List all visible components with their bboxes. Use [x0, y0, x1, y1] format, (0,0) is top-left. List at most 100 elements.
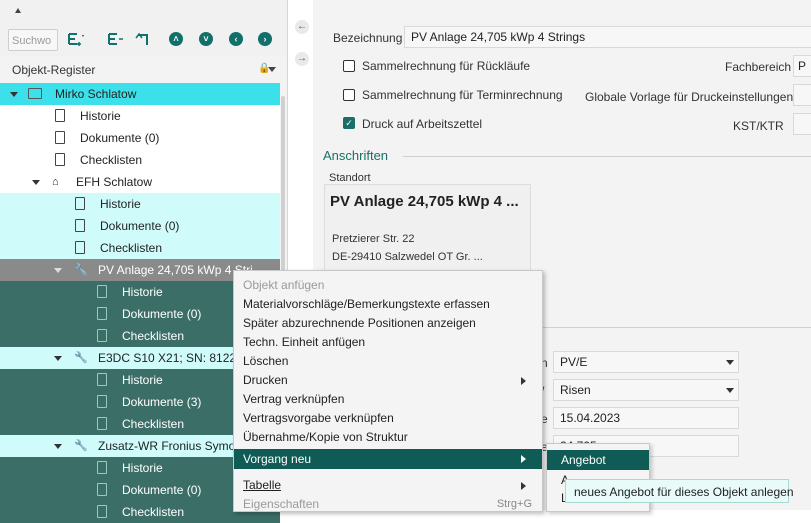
druck-arbeitszettel-checkbox[interactable]: ✓ — [343, 117, 355, 129]
document-icon — [97, 329, 107, 342]
tree-node-label: Dokumente (0) — [122, 483, 202, 497]
add-dropdown-icon[interactable] — [66, 30, 86, 50]
document-icon — [97, 461, 107, 474]
wrench-icon: 🔧 — [74, 352, 88, 364]
document-icon — [97, 483, 107, 496]
wrench-icon: 🔧 — [74, 264, 88, 276]
field2-select[interactable]: Risen — [553, 379, 739, 401]
tree-node-label: Checklisten — [122, 329, 185, 343]
tree-node-label: Zusatz-WR Fronius Symo — [98, 439, 236, 453]
document-icon — [97, 285, 107, 298]
document-icon — [97, 373, 107, 386]
tree-node[interactable]: Checklisten — [0, 237, 280, 259]
section-divider — [403, 156, 811, 157]
kst-ktr-field[interactable] — [793, 113, 811, 135]
shortcut-label: Strg+G — [496, 498, 532, 510]
tree-node-label: Checklisten — [122, 417, 185, 431]
document-icon — [75, 197, 85, 210]
tree-node[interactable]: Checklisten — [0, 149, 280, 171]
chevron-down-icon[interactable] — [726, 360, 734, 365]
document-icon — [97, 395, 107, 408]
tree-node-label: Dokumente (0) — [100, 219, 180, 233]
menu-item-objekt-anfuegen[interactable]: Objekt anfügen — [234, 276, 542, 295]
expand-icon[interactable] — [10, 92, 18, 97]
standort-label: Standort — [329, 172, 371, 184]
standort-city: DE-29410 Salzwedel OT Gr. ... — [332, 251, 483, 263]
standort-name: PV Anlage 24,705 kWp 4 ... — [330, 193, 519, 210]
chevron-up-icon[interactable]: ˄ — [169, 32, 183, 46]
arrow-left-icon[interactable]: ← — [295, 20, 309, 34]
bezeichnung-field[interactable]: PV Anlage 24,705 kWp 4 Strings — [404, 26, 811, 48]
register-dropdown-icon[interactable] — [268, 67, 276, 72]
document-icon — [97, 417, 107, 430]
register-header: Objekt-Register 🔒 — [0, 58, 287, 80]
expand-icon[interactable] — [54, 444, 62, 449]
chevron-right-icon[interactable]: › — [258, 32, 272, 46]
fachbereich-label: Fachbereich — [725, 60, 792, 74]
tree-toolbar: Suchwo ˄ ˅ ‹ › — [0, 0, 287, 56]
menu-item-tabelle[interactable]: Tabelle — [234, 476, 542, 495]
tree-node-label: Dokumente (3) — [122, 395, 202, 409]
tree-node-label: Dokumente (0) — [80, 131, 160, 145]
tree-node-label: Historie — [80, 109, 121, 123]
context-menu: Objekt anfügen Materialvorschläge/Bemerk… — [233, 270, 543, 512]
tree-node-label: EFH Schlatow — [76, 175, 153, 189]
indent-icon[interactable] — [106, 30, 126, 50]
standort-street: Pretzierer Str. 22 — [332, 233, 415, 245]
menu-item-uebernahme[interactable]: Übernahme/Kopie von Struktur — [234, 428, 542, 447]
chevron-down-icon[interactable]: ˅ — [199, 32, 213, 46]
menu-item-loeschen[interactable]: Löschen — [234, 352, 542, 371]
tree-node[interactable]: Dokumente (0) — [0, 215, 280, 237]
sammelrechnung-termin-label: Sammelrechnung für Terminrechnung — [362, 88, 563, 102]
fachbereich-field[interactable]: P — [793, 55, 811, 77]
submenu-item-angebot[interactable]: Angebot — [547, 450, 649, 470]
tree-node-label: Historie — [122, 461, 163, 475]
chevron-left-icon[interactable]: ‹ — [229, 32, 243, 46]
document-icon — [75, 241, 85, 254]
arrow-right-icon[interactable]: → — [295, 52, 309, 66]
document-icon — [55, 109, 65, 122]
field1-value: PV/E — [560, 355, 588, 369]
expand-icon[interactable] — [54, 356, 62, 361]
tree-node-label: Dokumente (0) — [122, 307, 202, 321]
tree-node[interactable]: Dokumente (0) — [0, 127, 280, 149]
menu-item-eigenschaften[interactable]: Eigenschaften Strg+G — [234, 495, 542, 514]
menu-item-vertrag[interactable]: Vertrag verknüpfen — [234, 390, 542, 409]
menu-item-positionen-anzeigen[interactable]: Später abzurechnende Positionen anzeigen — [234, 314, 542, 333]
register-title: Objekt-Register — [12, 63, 96, 77]
tree-node-root[interactable]: Mirko Schlatow — [0, 83, 280, 105]
tree-node[interactable]: Historie — [0, 193, 280, 215]
field2-value: Risen — [560, 383, 591, 397]
sammelrechnung-rueck-checkbox[interactable] — [343, 60, 355, 72]
document-icon — [55, 153, 65, 166]
chevron-down-icon[interactable] — [726, 388, 734, 393]
anschriften-heading: Anschriften — [323, 148, 389, 163]
tree-node-label: Historie — [122, 285, 163, 299]
search-input[interactable]: Suchwo — [8, 29, 58, 51]
tree-node[interactable]: ⌂ EFH Schlatow — [0, 171, 280, 193]
globale-vorlage-field[interactable] — [793, 84, 811, 106]
collapse-toolbar-icon[interactable] — [15, 8, 21, 13]
document-icon — [75, 219, 85, 232]
menu-item-vertragsvorgabe[interactable]: Vertragsvorgabe verknüpfen — [234, 409, 542, 428]
menu-item-materialvorschlaege[interactable]: Materialvorschläge/Bemerkungstexte erfas… — [234, 295, 542, 314]
submenu-arrow-icon — [521, 455, 526, 463]
tree-node[interactable]: Historie — [0, 105, 280, 127]
sammelrechnung-termin-checkbox[interactable] — [343, 89, 355, 101]
tree-node-label: Checklisten — [100, 241, 163, 255]
expand-icon[interactable] — [54, 268, 62, 273]
tree-node-label: E3DC S10 X21; SN: 8122- — [98, 351, 241, 365]
expand-icon[interactable] — [32, 180, 40, 185]
field1-select[interactable]: PV/E — [553, 351, 739, 373]
undo-icon[interactable] — [133, 30, 153, 50]
tree-node-label: Mirko Schlatow — [55, 87, 137, 101]
sammelrechnung-rueck-label: Sammelrechnung für Rückläufe — [362, 59, 531, 73]
menu-item-drucken[interactable]: Drucken — [234, 371, 542, 390]
section-divider — [541, 327, 811, 328]
submenu-arrow-icon — [521, 482, 526, 490]
menu-item-techn-einheit[interactable]: Techn. Einheit anfügen — [234, 333, 542, 352]
menu-item-vorgang-neu[interactable]: Vorgang neu — [234, 449, 542, 469]
document-icon — [55, 131, 65, 144]
document-icon — [97, 307, 107, 320]
field3-date[interactable]: 15.04.2023 — [553, 407, 739, 429]
